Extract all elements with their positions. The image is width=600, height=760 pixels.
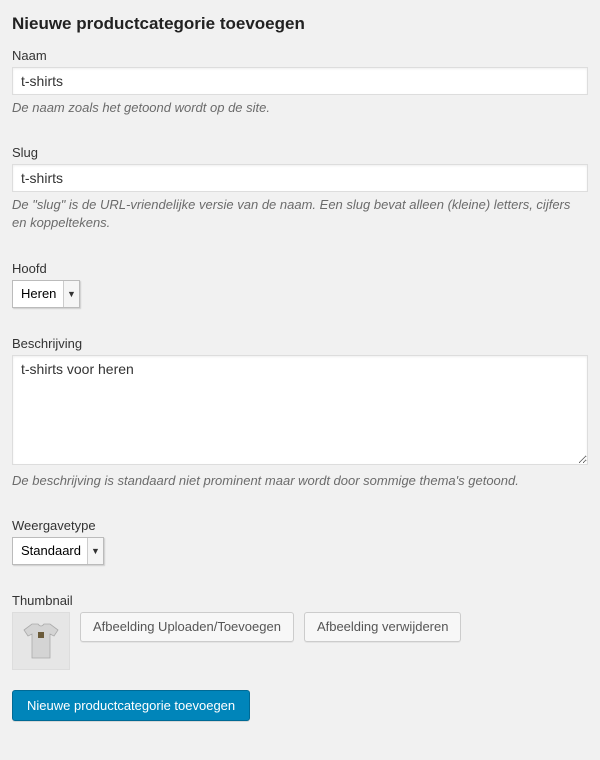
field-parent: Hoofd Heren ▼ [12, 261, 588, 308]
description-textarea[interactable]: t-shirts voor heren [12, 355, 588, 465]
field-slug: Slug De "slug" is de URL-vriendelijke ve… [12, 145, 588, 232]
description-help: De beschrijving is standaard niet promin… [12, 472, 588, 490]
parent-label: Hoofd [12, 261, 588, 276]
submit-row: Nieuwe productcategorie toevoegen [12, 690, 588, 721]
field-display-type: Weergavetype Standaard ▼ [12, 518, 588, 565]
slug-input[interactable] [12, 164, 588, 192]
name-help: De naam zoals het getoond wordt op de si… [12, 99, 588, 117]
remove-image-button[interactable]: Afbeelding verwijderen [304, 612, 462, 642]
slug-label: Slug [12, 145, 588, 160]
slug-help: De "slug" is de URL-vriendelijke versie … [12, 196, 588, 232]
field-name: Naam De naam zoals het getoond wordt op … [12, 48, 588, 117]
thumbnail-preview [12, 612, 70, 670]
tshirt-icon [18, 618, 64, 664]
description-label: Beschrijving [12, 336, 588, 351]
name-label: Naam [12, 48, 588, 63]
parent-select[interactable]: Heren [13, 281, 79, 307]
display-type-label: Weergavetype [12, 518, 588, 533]
name-input[interactable] [12, 67, 588, 95]
field-description: Beschrijving t-shirts voor heren De besc… [12, 336, 588, 490]
display-type-select-wrap[interactable]: Standaard ▼ [12, 537, 104, 565]
display-type-select[interactable]: Standaard [13, 538, 103, 564]
submit-button[interactable]: Nieuwe productcategorie toevoegen [12, 690, 250, 721]
page-title: Nieuwe productcategorie toevoegen [12, 14, 588, 34]
parent-select-wrap[interactable]: Heren ▼ [12, 280, 80, 308]
field-thumbnail: Thumbnail Afbeelding Uploaden/Toevoegen … [12, 593, 588, 670]
thumbnail-label: Thumbnail [12, 593, 588, 608]
upload-image-button[interactable]: Afbeelding Uploaden/Toevoegen [80, 612, 294, 642]
